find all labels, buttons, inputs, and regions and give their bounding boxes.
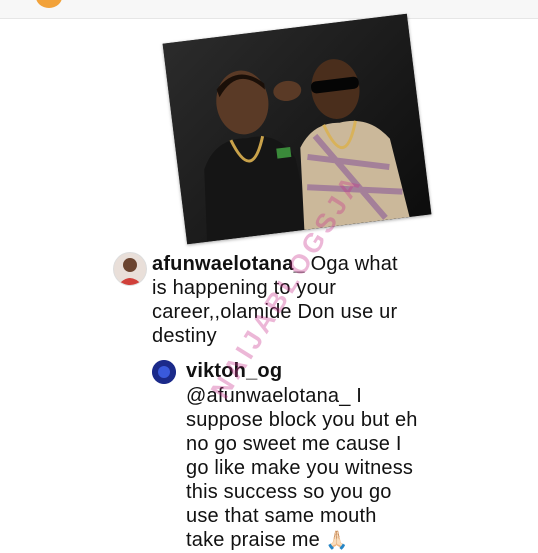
reply-line: no go sweet me cause I — [186, 433, 402, 455]
avatar[interactable] — [152, 360, 176, 384]
reply-line: this success so you go — [186, 481, 392, 503]
reply-line: take praise me — [186, 529, 320, 551]
post-image — [162, 13, 432, 245]
avatar[interactable] — [113, 252, 147, 286]
comment-line: destiny — [152, 325, 217, 347]
top-bar — [0, 0, 538, 19]
notification-dot-icon — [36, 0, 62, 8]
reply-line: suppose block you but eh — [186, 409, 418, 431]
praying-hands-icon: 🙏🏻 — [325, 530, 349, 551]
reply-line: go like make you witness — [186, 457, 414, 479]
reply-line: use that same mouth — [186, 505, 377, 527]
reply-text: @afunwaelotana_ I suppose block you but … — [186, 384, 426, 553]
